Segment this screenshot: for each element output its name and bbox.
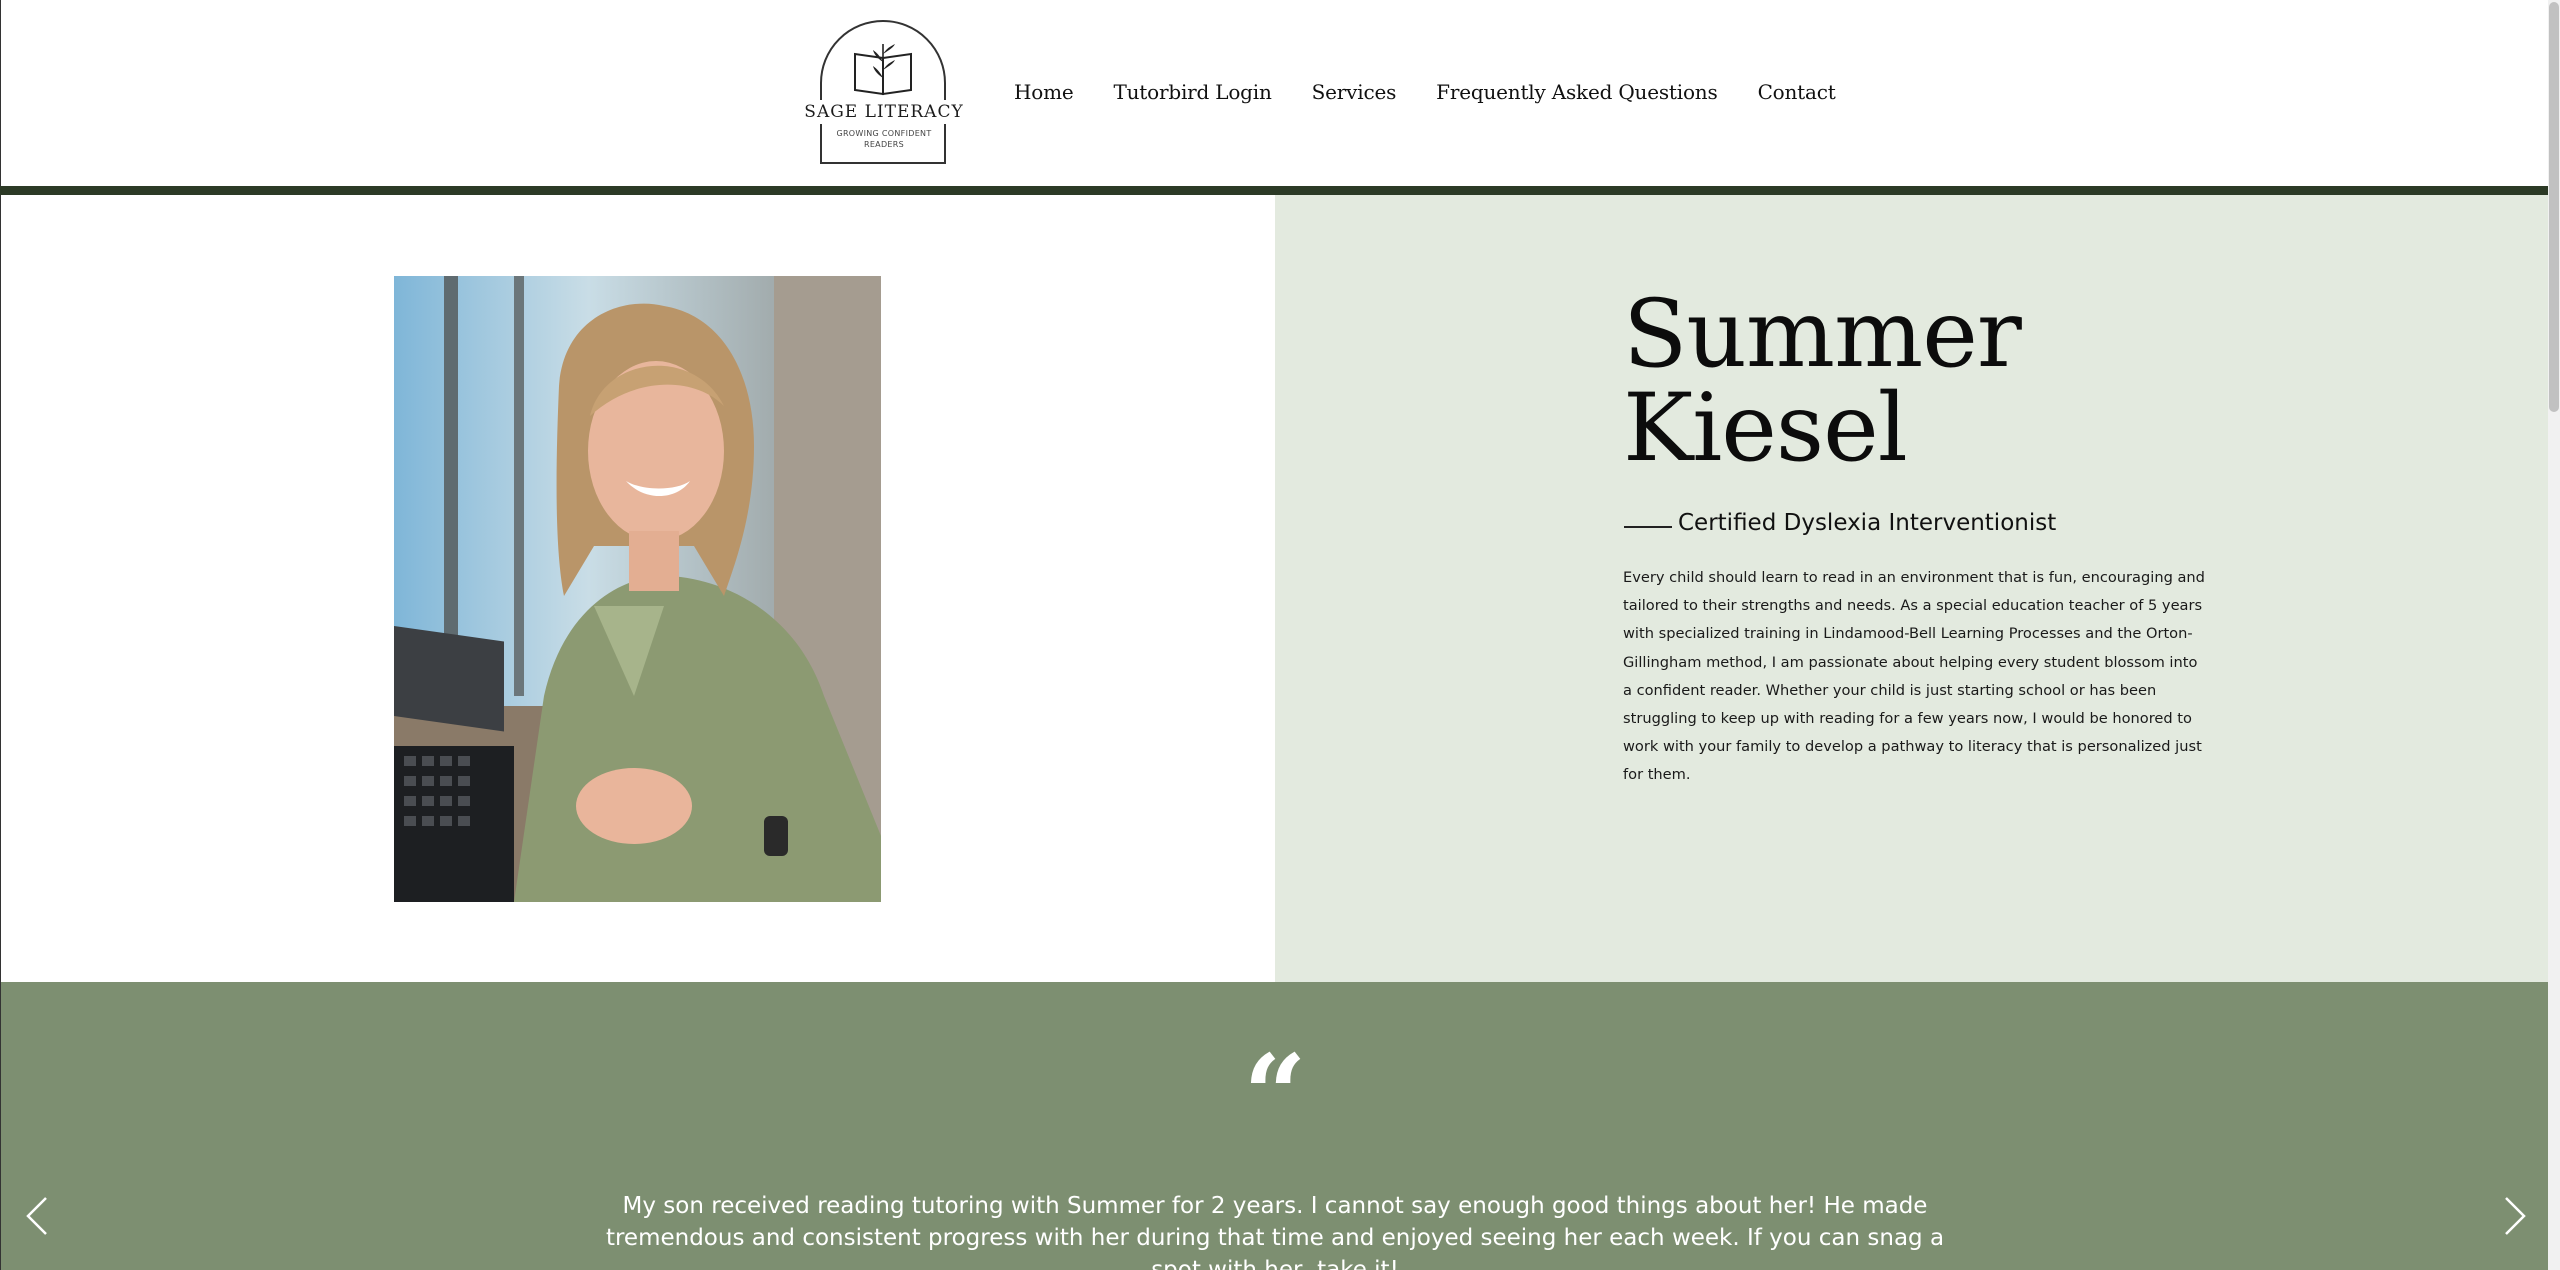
quote-icon: “ (1243, 1030, 1307, 1159)
scrollbar-thumb[interactable] (2549, 2, 2559, 412)
nav-services[interactable]: Services (1312, 80, 1397, 104)
logo-name: SAGE LITERACY (799, 100, 969, 124)
nav-faq[interactable]: Frequently Asked Questions (1436, 80, 1718, 104)
logo-tagline: GROWING CONFIDENT READERS (836, 129, 932, 149)
nav-home[interactable]: Home (1014, 80, 1074, 104)
tutor-name: Summer Kiesel (1623, 288, 2223, 476)
nav-contact[interactable]: Contact (1758, 80, 1836, 104)
site-header: SAGE LITERACY GROWING CONFIDENT READERS … (0, 0, 2548, 186)
tutor-role: Certified Dyslexia Interventionist (1678, 510, 2057, 536)
book-plant-icon (854, 44, 912, 96)
profile-photo-illustration (394, 276, 881, 902)
site-logo[interactable]: SAGE LITERACY GROWING CONFIDENT READERS (799, 18, 969, 166)
testimonial-text: My son received reading tutoring with Su… (605, 1193, 1945, 1270)
role-divider (1624, 526, 1672, 528)
header-divider (0, 186, 2548, 195)
main-nav: Home Tutorbird Login Services Frequently… (1014, 80, 1876, 104)
nav-tutorbird-login[interactable]: Tutorbird Login (1113, 80, 1271, 104)
chevron-left-icon[interactable] (22, 1196, 52, 1236)
profile-photo (394, 276, 881, 902)
tutor-bio: Every child should learn to read in an e… (1623, 569, 2205, 784)
tutor-last-name: Kiesel (1623, 374, 1908, 483)
tutor-first-name: Summer (1623, 280, 2022, 389)
chevron-right-icon[interactable] (2500, 1196, 2530, 1236)
